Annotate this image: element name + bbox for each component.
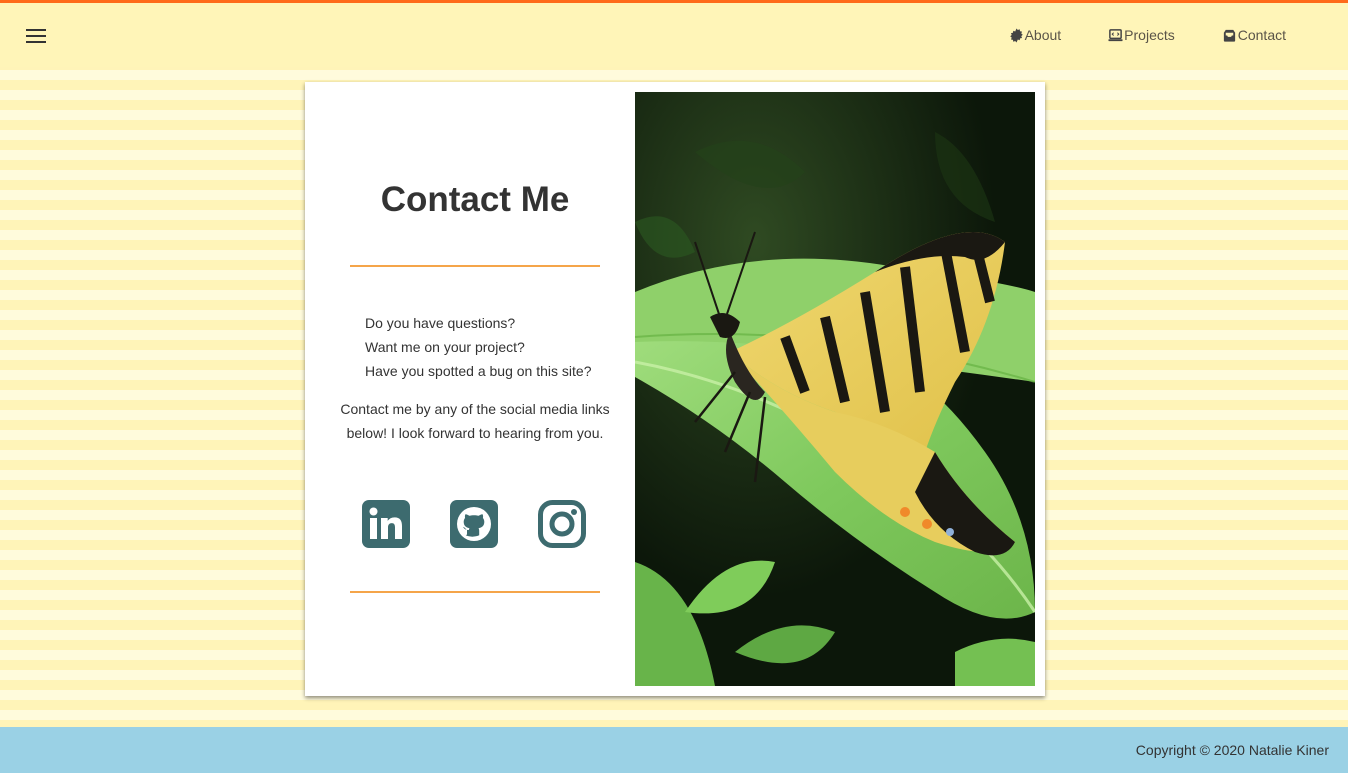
divider-top [350, 265, 600, 267]
contact-card: Contact Me Do you have questions? Want m… [305, 82, 1045, 696]
question-list: Do you have questions? Want me on your p… [365, 311, 591, 383]
contact-info-panel: Contact Me Do you have questions? Want m… [305, 82, 635, 696]
question-item: Want me on your project? [365, 339, 525, 355]
divider-bottom [350, 591, 600, 593]
question-item: Do you have questions? [365, 315, 516, 331]
nav-contact-label: Contact [1237, 27, 1286, 43]
page-title: Contact Me [380, 180, 570, 219]
gear-badge-icon [1009, 27, 1023, 43]
instagram-icon [538, 500, 586, 548]
github-icon [450, 500, 498, 548]
instagram-link[interactable] [538, 500, 586, 548]
linkedin-icon [362, 500, 410, 548]
linkedin-link[interactable] [362, 500, 410, 548]
nav-about-label: About [1024, 27, 1062, 43]
github-link[interactable] [450, 500, 498, 548]
main-nav: About Projects Contact [962, 3, 1286, 67]
nav-contact[interactable]: Contact [1222, 27, 1286, 43]
question-item: Have you spotted a bug on this site? [365, 363, 592, 379]
inbox-icon [1223, 29, 1235, 42]
nav-projects[interactable]: Projects [1108, 27, 1175, 43]
contact-invite-text: Contact me by any of the social media li… [340, 401, 610, 441]
laptop-icon [1108, 28, 1123, 41]
footer: Copyright © 2020 Natalie Kiner [0, 727, 1348, 773]
top-navbar: About Projects Contact [0, 0, 1348, 67]
hamburger-menu-icon[interactable] [26, 29, 46, 43]
nav-about[interactable]: About [1009, 27, 1062, 43]
nav-projects-label: Projects [1124, 27, 1175, 43]
copyright-text: Copyright © 2020 Natalie Kiner [1135, 742, 1329, 758]
butterfly-photo [635, 92, 1035, 686]
